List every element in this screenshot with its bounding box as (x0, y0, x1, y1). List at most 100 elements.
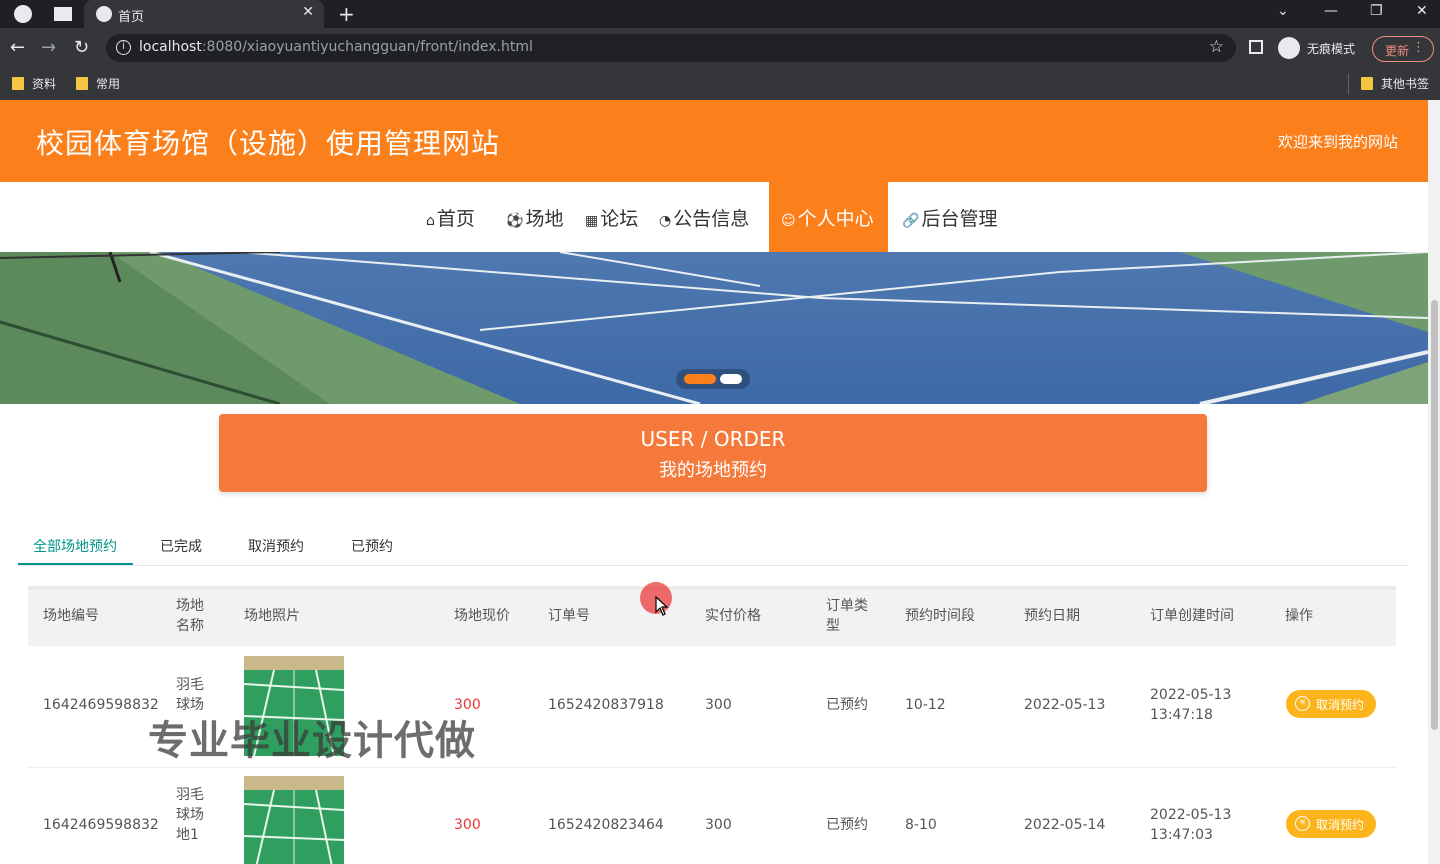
globe-icon[interactable] (14, 5, 32, 23)
bookmark-folder-ziliao[interactable]: 资料 (12, 75, 56, 92)
cell-text: 羽毛 (176, 677, 204, 693)
cell-text: 13:47:18 (1150, 707, 1213, 723)
th-text: 订单类 (826, 598, 868, 614)
forward-icon[interactable]: → (41, 37, 56, 58)
cell-time-slot: 10-12 (905, 697, 946, 713)
filter-tabs: 全部场地预约 已完成 取消预约 已预约 (18, 524, 1408, 566)
minimize-icon[interactable]: — (1324, 3, 1338, 19)
nav-personal-center[interactable]: ☺ 个人中心 (769, 182, 888, 252)
home-icon: ⌂ (426, 213, 435, 229)
back-icon[interactable]: ← (10, 37, 25, 58)
th-photo: 场地照片 (244, 608, 300, 624)
address-bar[interactable]: i localhost:8080/xiaoyuantiyuchangguan/f… (106, 34, 1236, 62)
browser-tab[interactable]: 首页 ✕ (84, 0, 324, 28)
bookmark-label: 常用 (96, 77, 121, 91)
nav-label: 公告信息 (673, 208, 750, 230)
button-label: 取消预约 (1316, 818, 1365, 832)
th-text: 名称 (176, 618, 204, 634)
menu-dots-icon[interactable]: ⋮ (1412, 40, 1425, 55)
forum-icon: ▦ (585, 213, 599, 229)
carousel-dot[interactable] (720, 374, 742, 384)
nav-home[interactable]: ⌂ 首页 (426, 182, 475, 252)
close-window-icon[interactable]: ✕ (1416, 3, 1428, 19)
nav-label: 个人中心 (797, 208, 874, 230)
site-header: 校园体育场馆（设施）使用管理网站 欢迎来到我的网站 (0, 100, 1428, 182)
th-venue-id: 场地编号 (43, 608, 99, 624)
update-label: 更新 (1385, 44, 1410, 58)
scrollbar-thumb[interactable] (1431, 300, 1438, 730)
url-host: localhost (139, 39, 202, 55)
nav-admin[interactable]: 🔗 后台管理 (902, 182, 997, 252)
cancel-icon: ✳ (1295, 696, 1310, 711)
nav-notice[interactable]: ◔ 公告信息 (659, 182, 749, 252)
restore-icon[interactable]: ❐ (1370, 3, 1383, 19)
cell-order-type: 已预约 (826, 817, 868, 833)
tab-title: 首页 (118, 10, 145, 25)
tab-all-bookings[interactable]: 全部场地预约 (33, 536, 117, 556)
update-button[interactable]: 更新 ⋮ (1372, 36, 1434, 62)
new-tab-icon[interactable]: + (338, 2, 355, 26)
nav-venue[interactable]: ⚽ 场地 (506, 182, 563, 252)
button-label: 取消预约 (1316, 698, 1365, 712)
th-time-slot: 预约时间段 (905, 608, 975, 624)
cell-text: 球场 (176, 807, 204, 823)
globe-icon (96, 6, 112, 22)
user-icon: ☺ (781, 213, 796, 229)
th-paid: 实付价格 (705, 608, 761, 624)
cell-date: 2022-05-13 (1024, 697, 1106, 713)
banner-carousel[interactable] (0, 252, 1428, 404)
cell-paid: 300 (705, 817, 732, 833)
chevron-down-icon[interactable]: ⌄ (1277, 3, 1289, 19)
cell-text: 羽毛 (176, 787, 204, 803)
th-price: 场地现价 (454, 608, 510, 624)
divider (1348, 74, 1349, 94)
cell-order-no: 1652420837918 (548, 697, 664, 713)
tab-completed[interactable]: 已完成 (160, 536, 202, 556)
tab-booked[interactable]: 已预约 (351, 536, 393, 556)
incognito-icon[interactable] (1278, 37, 1300, 59)
window-icon[interactable] (54, 7, 72, 21)
page-viewport: 校园体育场馆（设施）使用管理网站 欢迎来到我的网站 ⌂ 首页 ⚽ 场地 ▦ 论坛 ◔ 公… (0, 100, 1428, 864)
th-date: 预约日期 (1024, 608, 1080, 624)
bookmark-folder-other[interactable]: 其他书签 (1361, 75, 1429, 92)
carousel-dot-active[interactable] (684, 374, 716, 384)
folder-icon (76, 77, 88, 90)
carousel-indicator (676, 369, 750, 389)
cell-price: 300 (454, 817, 481, 833)
url-text: localhost:8080/xiaoyuantiyuchangguan/fro… (139, 39, 533, 55)
info-icon[interactable]: i (116, 40, 131, 55)
page-scrollbar[interactable] (1428, 100, 1440, 864)
star-icon[interactable]: ☆ (1209, 37, 1224, 57)
th-venue-name: 场地 名称 (176, 596, 204, 636)
cell-paid: 300 (705, 697, 732, 713)
bookmark-folder-changyong[interactable]: 常用 (76, 75, 120, 92)
active-tab-underline (18, 563, 133, 565)
welcome-text: 欢迎来到我的网站 (1277, 133, 1398, 151)
cell-order-no: 1652420823464 (548, 817, 664, 833)
incognito-label: 无痕模式 (1307, 42, 1356, 56)
nav-label: 首页 (436, 208, 475, 230)
reload-icon[interactable]: ↻ (74, 37, 89, 58)
tab-cancelled[interactable]: 取消预约 (248, 536, 304, 556)
cell-created: 2022-05-13 13:47:18 (1150, 685, 1231, 725)
cancel-booking-button[interactable]: ✳ 取消预约 (1286, 810, 1376, 838)
th-created: 订单创建时间 (1150, 608, 1234, 624)
nav-label: 论坛 (600, 208, 639, 230)
cancel-booking-button[interactable]: ✳ 取消预约 (1286, 690, 1376, 718)
cell-date: 2022-05-14 (1024, 817, 1106, 833)
th-action: 操作 (1285, 608, 1313, 624)
bookmark-label: 其他书签 (1381, 77, 1430, 91)
bookmark-label: 资料 (32, 77, 57, 91)
nav-forum[interactable]: ▦ 论坛 (585, 182, 638, 252)
watermark-text: 专业毕业设计代做 (148, 718, 476, 764)
bookmarks-bar: 资料 常用 其他书签 (0, 68, 1440, 100)
browser-toolbar: ← → ↻ i localhost:8080/xiaoyuantiyuchang… (0, 28, 1440, 68)
mouse-cursor-icon (655, 596, 669, 616)
close-icon[interactable]: ✕ (302, 4, 314, 20)
table-row: 1642469598832 羽毛 球场 地1 300 1652420823464 3… (28, 768, 1396, 864)
cell-created: 2022-05-13 13:47:03 (1150, 805, 1231, 845)
site-title: 校园体育场馆（设施）使用管理网站 (36, 127, 501, 160)
nav-label: 后台管理 (921, 208, 998, 230)
section-title-en: USER / ORDER (640, 427, 786, 451)
side-panel-icon[interactable] (1249, 40, 1263, 54)
